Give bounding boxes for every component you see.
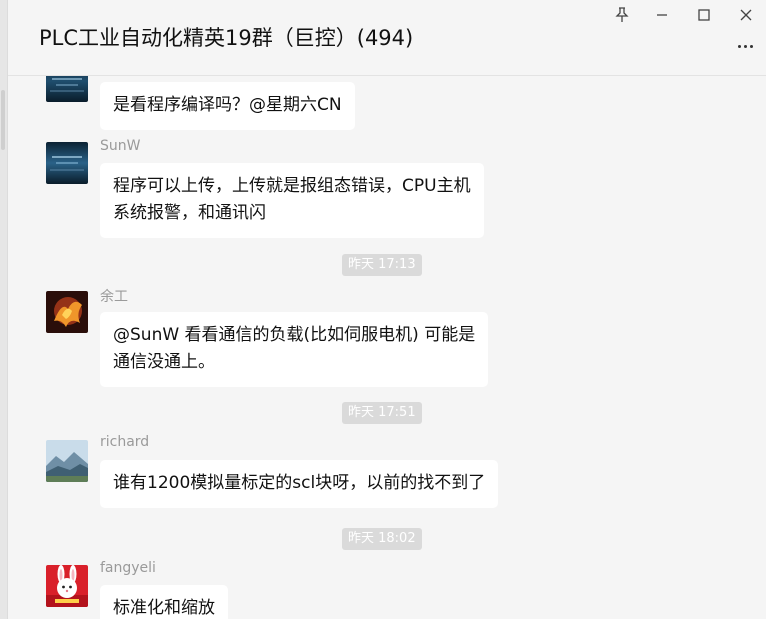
minimize-icon[interactable] bbox=[649, 4, 675, 26]
chat-title: PLC工业自动化精英19群（巨控）(494) bbox=[39, 26, 414, 50]
message-bubble[interactable]: 谁有1200模拟量标定的scl块呀，以前的找不到了 bbox=[100, 460, 499, 508]
rabbit-avatar[interactable] bbox=[46, 565, 88, 607]
message-bubble[interactable]: @SunW 看看通信的负载(比如伺服电机) 可能是 通信没通上。 bbox=[100, 312, 489, 387]
close-icon[interactable] bbox=[733, 4, 759, 26]
message-text: 谁有1200模拟量标定的scl块呀，以前的找不到了 bbox=[113, 473, 486, 493]
sender-name: 余工 bbox=[100, 289, 128, 305]
timestamp: 昨天 17:13 bbox=[342, 254, 422, 276]
chat-header: PLC工业自动化精英19群（巨控）(494) bbox=[8, 0, 766, 76]
scrollbar-thumb[interactable] bbox=[1, 90, 5, 150]
message-list[interactable]: 是看程序编译吗？@星期六CN SunW 程序可以上传，上传就是报组态错误，CPU… bbox=[8, 76, 766, 619]
message-bubble[interactable]: 标准化和缩放 bbox=[100, 585, 228, 619]
maximize-icon[interactable] bbox=[691, 4, 717, 26]
timestamp: 昨天 18:02 bbox=[342, 528, 422, 550]
more-icon[interactable] bbox=[732, 36, 758, 56]
message-text: 通信没通上。 bbox=[113, 352, 215, 372]
mountain-avatar[interactable] bbox=[46, 440, 88, 482]
message-text: 标准化和缩放 bbox=[113, 598, 215, 618]
night-sea-avatar[interactable] bbox=[46, 142, 88, 184]
message-text: 系统报警，和通讯闪 bbox=[113, 203, 266, 223]
message-text: 是看程序编译吗？@星期六CN bbox=[113, 95, 342, 115]
pin-icon[interactable] bbox=[609, 4, 635, 26]
sender-name: SunW bbox=[100, 138, 141, 154]
window-left-edge bbox=[0, 0, 8, 619]
message-text: @SunW 看看通信的负载(比如伺服电机) 可能是 bbox=[113, 325, 476, 345]
message-bubble[interactable]: 是看程序编译吗？@星期六CN bbox=[100, 82, 355, 130]
sender-name: richard bbox=[100, 434, 150, 450]
sender-name: fangyeli bbox=[100, 560, 156, 576]
message-bubble[interactable]: 程序可以上传，上传就是报组态错误，CPU主机 系统报警，和通讯闪 bbox=[100, 163, 484, 238]
timestamp: 昨天 17:51 bbox=[342, 402, 422, 424]
phoenix-avatar[interactable] bbox=[46, 291, 88, 333]
night-sea-avatar[interactable] bbox=[46, 76, 88, 102]
message-text: 程序可以上传，上传就是报组态错误，CPU主机 bbox=[113, 176, 471, 196]
